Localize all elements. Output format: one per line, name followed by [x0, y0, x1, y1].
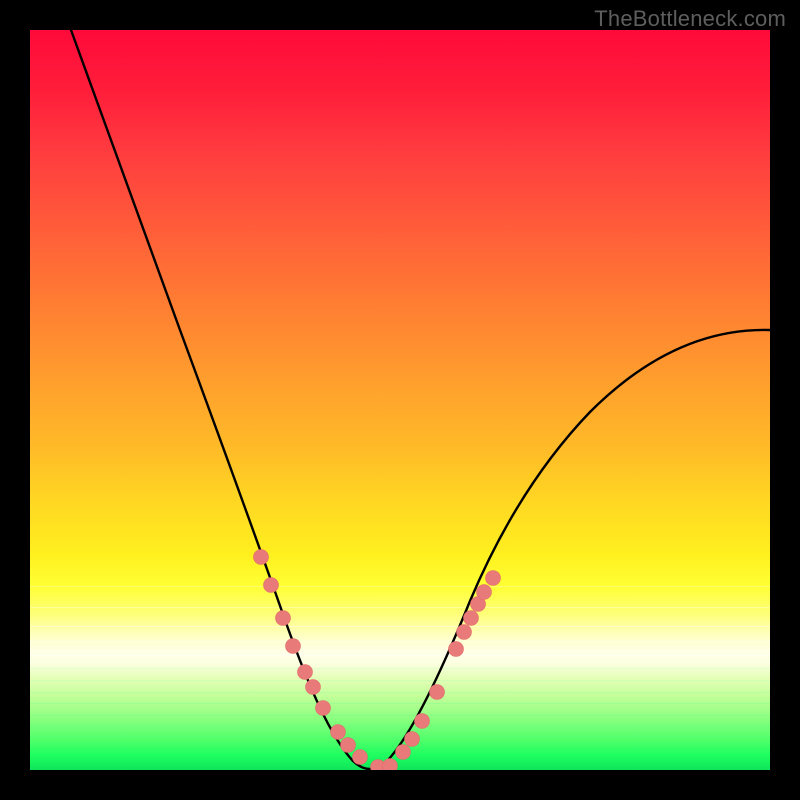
marker-dot — [286, 639, 301, 654]
plot-area — [30, 30, 770, 770]
marker-dot — [254, 550, 269, 565]
marker-dot — [383, 759, 398, 771]
marker-dot — [306, 680, 321, 695]
marker-dot — [341, 738, 356, 753]
marker-group — [254, 550, 501, 771]
marker-dot — [415, 714, 430, 729]
marker-dot — [430, 685, 445, 700]
marker-dot — [449, 642, 464, 657]
marker-dot — [486, 571, 501, 586]
marker-dot — [457, 625, 472, 640]
marker-dot — [264, 578, 279, 593]
marker-dot — [477, 585, 492, 600]
marker-dot — [464, 611, 479, 626]
marker-dot — [276, 611, 291, 626]
bottleneck-curve — [30, 30, 770, 770]
marker-dot — [316, 701, 331, 716]
marker-dot — [396, 745, 411, 760]
curve-path — [71, 30, 770, 769]
chart-frame: TheBottleneck.com — [0, 0, 800, 800]
watermark-text: TheBottleneck.com — [594, 6, 786, 32]
marker-dot — [405, 732, 420, 747]
marker-dot — [331, 725, 346, 740]
marker-dot — [353, 750, 368, 765]
marker-dot — [298, 665, 313, 680]
